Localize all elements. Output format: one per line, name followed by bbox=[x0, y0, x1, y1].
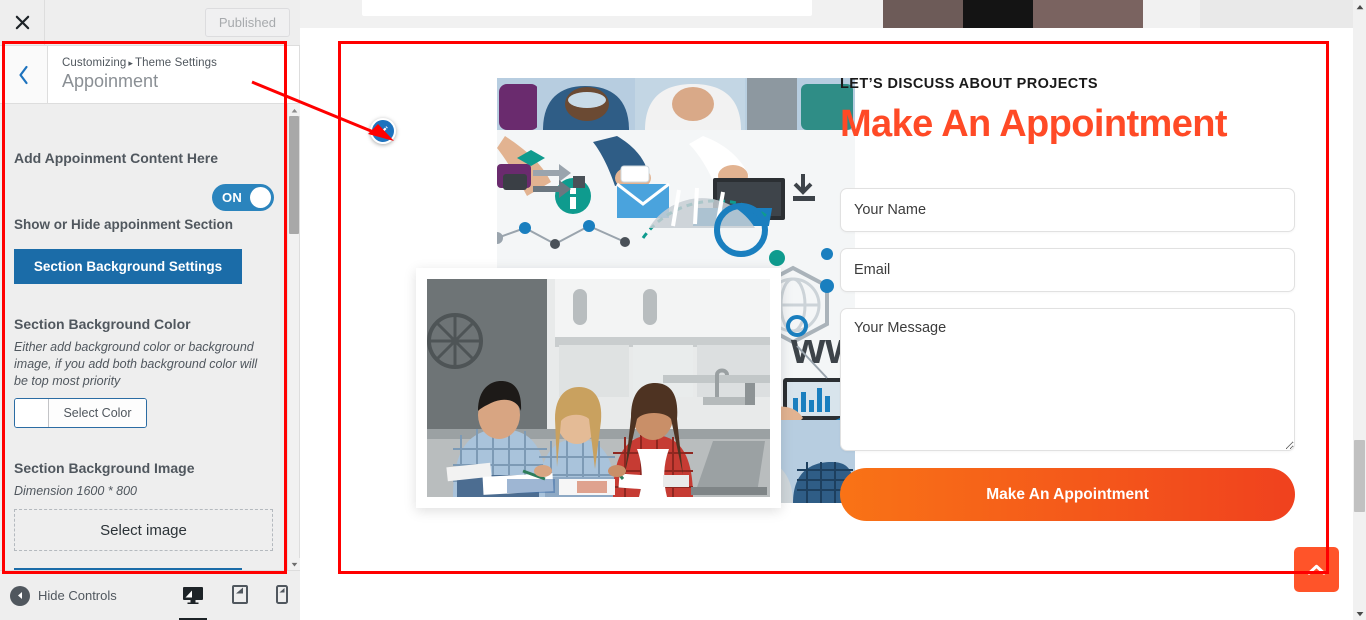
toggle-row: ON bbox=[14, 184, 274, 211]
message-textarea[interactable] bbox=[840, 308, 1295, 451]
scroll-down-icon[interactable] bbox=[288, 558, 300, 570]
scroll-up-icon[interactable] bbox=[288, 104, 300, 116]
site-preview: ww LET’S DISCUSS ABOUT PROJECTS Make An … bbox=[300, 0, 1366, 620]
background-image-dimension: Dimension 1600 * 800 bbox=[14, 484, 137, 498]
mobile-icon[interactable] bbox=[272, 577, 292, 614]
chevron-left-icon[interactable] bbox=[0, 46, 48, 103]
tablet-icon[interactable] bbox=[228, 577, 252, 614]
customizer-panel-header: Customizing ▸ Theme Settings Appoinment bbox=[0, 46, 299, 104]
section-background-image-heading: Section Background Image bbox=[14, 460, 195, 476]
section-headline: Make An Appointment bbox=[840, 103, 1228, 145]
hide-controls-label: Hide Controls bbox=[38, 588, 117, 603]
toggle-caption: Show or Hide appoinment Section bbox=[14, 217, 234, 232]
sliver-image-right bbox=[1033, 0, 1143, 28]
email-input[interactable] bbox=[840, 248, 1295, 292]
appointment-content: LET’S DISCUSS ABOUT PROJECTS Make An App… bbox=[840, 76, 1295, 521]
sliver-grey-block bbox=[1200, 0, 1353, 28]
select-color-picker[interactable]: Select Color bbox=[14, 398, 147, 428]
section-background-settings-button[interactable]: Section Background Settings bbox=[14, 249, 242, 284]
select-color-label: Select Color bbox=[49, 399, 146, 427]
chevron-left-circle-icon bbox=[10, 585, 30, 606]
chevron-up-icon bbox=[1307, 564, 1326, 575]
color-swatch bbox=[15, 399, 49, 427]
team-meeting-photo bbox=[427, 279, 770, 497]
appointment-image-collage: ww bbox=[416, 78, 857, 508]
panel-titles: Customizing ▸ Theme Settings Appoinment bbox=[48, 57, 217, 92]
page-title: Appoinment bbox=[62, 71, 159, 91]
page-scroll-down-icon[interactable] bbox=[1353, 607, 1366, 620]
appointment-section: ww LET’S DISCUSS ABOUT PROJECTS Make An … bbox=[340, 38, 1330, 588]
show-hide-section-toggle[interactable]: ON bbox=[212, 184, 274, 211]
section-background-color-description: Either add background color or backgroun… bbox=[14, 340, 258, 388]
select-image-button[interactable]: Select image bbox=[14, 509, 273, 551]
team-meeting-photo-card bbox=[416, 268, 781, 508]
sidebar-scroll-thumb[interactable] bbox=[289, 116, 299, 234]
page-scroll-thumb[interactable] bbox=[1354, 440, 1365, 512]
device-preview-buttons bbox=[178, 577, 300, 614]
sliver-white-card bbox=[362, 0, 812, 16]
pencil-edit-icon[interactable] bbox=[370, 118, 396, 144]
customizer-footer: Hide Controls bbox=[0, 570, 300, 620]
make-appointment-submit-button[interactable]: Make An Appointment bbox=[840, 468, 1295, 521]
publish-button[interactable]: Published bbox=[204, 8, 290, 37]
page-scrollbar[interactable] bbox=[1353, 0, 1366, 620]
name-input[interactable] bbox=[840, 188, 1295, 232]
breadcrumb-separator-icon: ▸ bbox=[128, 58, 133, 68]
breadcrumb-prefix: Customizing bbox=[62, 57, 127, 69]
add-content-heading: Add Appoinment Content Here bbox=[14, 150, 219, 166]
section-eyebrow: LET’S DISCUSS ABOUT PROJECTS bbox=[840, 76, 1098, 92]
appointment-form: Make An Appointment bbox=[840, 188, 1295, 521]
section-background-color-heading: Section Background Color bbox=[14, 316, 191, 332]
breadcrumb: Customizing ▸ Theme Settings bbox=[62, 57, 217, 69]
screen: Published Customizing ▸ Theme Settings App… bbox=[0, 0, 1366, 620]
scroll-to-top-button[interactable] bbox=[1294, 547, 1339, 592]
breadcrumb-parent: Theme Settings bbox=[135, 57, 217, 69]
toggle-knob bbox=[250, 187, 271, 208]
previous-section-sliver bbox=[300, 0, 1353, 28]
sliver-image-middle bbox=[963, 0, 1033, 28]
customizer-topbar: Published bbox=[0, 0, 300, 46]
desktop-icon[interactable] bbox=[178, 578, 208, 614]
customizer-sidebar: Published Customizing ▸ Theme Settings App… bbox=[0, 0, 300, 620]
sidebar-scrollbar[interactable] bbox=[287, 104, 300, 570]
page-scroll-up-icon[interactable] bbox=[1353, 0, 1366, 13]
customizer-controls: Add Appoinment Content Here ON Show or H… bbox=[0, 104, 288, 570]
close-icon[interactable] bbox=[0, 0, 45, 45]
toggle-state-label: ON bbox=[222, 190, 243, 205]
hide-controls-button[interactable]: Hide Controls bbox=[0, 585, 117, 606]
